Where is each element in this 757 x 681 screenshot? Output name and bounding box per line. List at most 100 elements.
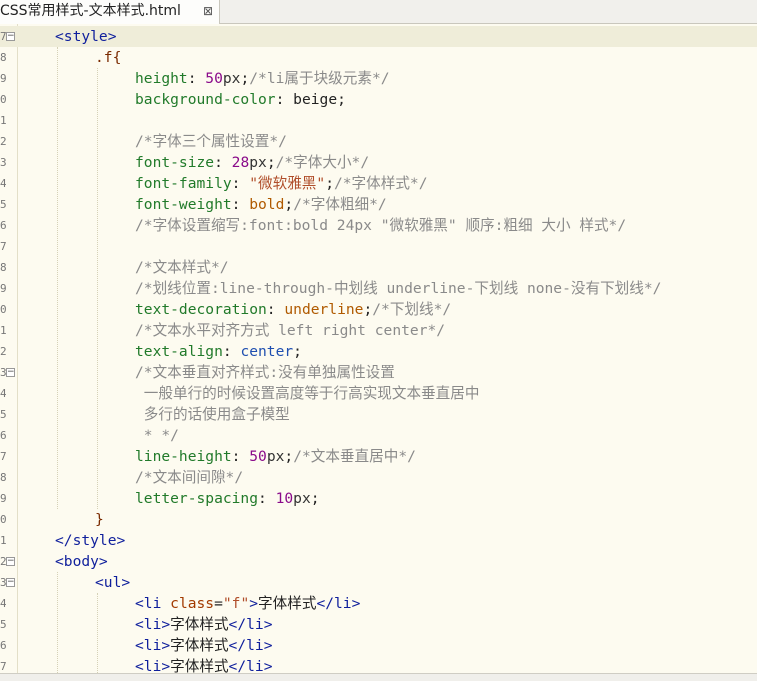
code-token: /*字体三个属性设置*/: [135, 133, 287, 150]
code-token: 字体样式: [170, 658, 229, 673]
code-line[interactable]: 3−/*文本垂直对齐样式:没有单独属性设置: [0, 362, 757, 383]
code-token: :: [214, 154, 232, 171]
code-text: /*字体设置缩写:font:bold 24px "微软雅黑" 顺序:粗细 大小 …: [135, 215, 626, 236]
code-line[interactable]: 7 <li>字体样式</li>: [0, 656, 757, 673]
code-text: /*划线位置:line-through-中划线 underline-下划线 no…: [135, 278, 661, 299]
code-token: "微软雅黑": [249, 175, 326, 192]
horizontal-scrollbar[interactable]: [0, 673, 757, 681]
code-text: <li>字体样式</li>: [135, 614, 272, 635]
code-text: letter-spacing: 10px;: [135, 488, 320, 509]
code-line[interactable]: 8 /*文本间间隙*/: [0, 467, 757, 488]
line-number: 0: [0, 303, 6, 316]
code-token: ;: [310, 490, 320, 507]
code-line[interactable]: 5 font-weight: bold;/*字体粗细*/: [0, 194, 757, 215]
code-text: * */: [135, 425, 179, 446]
code-token: ;: [293, 343, 302, 360]
code-line[interactable]: 0}: [0, 509, 757, 530]
tab-file[interactable]: CSS常用样式-文本样式.html ⊠: [0, 0, 220, 24]
code-token: :: [266, 301, 285, 318]
code-line[interactable]: 9 /*划线位置:line-through-中划线 underline-下划线 n…: [0, 278, 757, 299]
code-line[interactable]: 2 text-align: center;: [0, 341, 757, 362]
code-text: 一般单行的时候设置高度等于行高实现文本垂直居中: [135, 383, 480, 404]
code-text: font-family: "微软雅黑";/*字体样式*/: [135, 173, 428, 194]
code-line[interactable]: 9 letter-spacing: 10px;: [0, 488, 757, 509]
code-line[interactable]: 2 /*字体三个属性设置*/: [0, 131, 757, 152]
code-line[interactable]: 1 /*文本水平对齐方式 left right center*/: [0, 320, 757, 341]
line-number: 1: [0, 324, 6, 337]
code-token: 多行的话使用盒子模型: [135, 406, 290, 423]
code-token: /*文本垂直对齐样式:没有单独属性设置: [135, 364, 395, 381]
code-token: <li>: [135, 658, 171, 673]
fold-toggle-icon[interactable]: −: [6, 368, 15, 377]
code-line[interactable]: 4 font-family: "微软雅黑";/*字体样式*/: [0, 173, 757, 194]
code-line[interactable]: 6 /*字体设置缩写:font:bold 24px "微软雅黑" 顺序:粗细 大小…: [0, 215, 757, 236]
code-token: </style>: [55, 532, 126, 549]
fold-toggle-icon[interactable]: −: [6, 32, 15, 41]
code-text: <li>字体样式</li>: [135, 635, 272, 656]
code-token: beige;: [293, 91, 346, 108]
line-number: 6: [0, 639, 6, 652]
line-number: 0: [0, 93, 6, 106]
code-token: ;: [284, 448, 294, 465]
code-token: :: [222, 343, 241, 360]
code-line[interactable]: 3 font-size: 28px;/*字体大小*/: [0, 152, 757, 173]
code-text: /*文本水平对齐方式 left right center*/: [135, 320, 445, 341]
indent-guide: [97, 68, 98, 509]
code-text: /*文本垂直对齐样式:没有单独属性设置: [135, 362, 395, 383]
line-number: 1: [0, 114, 6, 127]
line-number: 9: [0, 282, 6, 295]
code-token: =: [214, 595, 223, 612]
code-line[interactable]: 8 .f{: [0, 47, 757, 68]
code-editor[interactable]: 7− <style> 8 .f{9 height: 50px;/*li属于块级元素*/0…: [0, 24, 757, 673]
code-line[interactable]: 6 <li>字体样式</li>: [0, 635, 757, 656]
fold-toggle-icon[interactable]: −: [6, 557, 15, 566]
code-token: /*划线位置:line-through-中划线 underline-下划线 no…: [135, 280, 662, 297]
code-text: /*文本间间隙*/: [135, 467, 243, 488]
code-token: "f": [222, 595, 250, 612]
code-line[interactable]: 3− <ul>: [0, 572, 757, 593]
code-line[interactable]: 5 <li>字体样式</li>: [0, 614, 757, 635]
code-text: /*文本样式*/: [135, 257, 229, 278]
code-token: ;: [325, 175, 334, 192]
line-number: 1: [0, 534, 6, 547]
code-text: text-decoration: underline;/*下划线*/: [135, 299, 451, 320]
indent-guide: [57, 47, 58, 509]
code-token: /*字体设置缩写:font:bold 24px "微软雅黑" 顺序:粗细 大小 …: [135, 217, 627, 234]
code-text: 多行的话使用盒子模型: [135, 404, 290, 425]
code-token: 28: [231, 154, 250, 171]
code-line[interactable]: 7: [0, 236, 757, 257]
line-number: 0: [0, 513, 6, 526]
code-token: <li>: [135, 637, 171, 654]
code-line[interactable]: 8 /*文本样式*/: [0, 257, 757, 278]
code-line[interactable]: 2− <body>: [0, 551, 757, 572]
code-line[interactable]: 0 background-color: beige;: [0, 89, 757, 110]
code-token: 字体样式: [170, 637, 229, 654]
code-line[interactable]: 1 </style>: [0, 530, 757, 551]
code-line[interactable]: 0 text-decoration: underline;/*下划线*/: [0, 299, 757, 320]
code-text: <style>: [55, 26, 117, 47]
code-line[interactable]: 5 多行的话使用盒子模型: [0, 404, 757, 425]
line-number: 5: [0, 408, 6, 421]
code-line[interactable]: 9 height: 50px;/*li属于块级元素*/: [0, 68, 757, 89]
code-token: 50: [249, 448, 267, 465]
code-token: /*文本间间隙*/: [135, 469, 244, 486]
line-number: 2: [0, 135, 6, 148]
code-line[interactable]: 4 一般单行的时候设置高度等于行高实现文本垂直居中: [0, 383, 757, 404]
code-token: /*li属于块级元素*/: [249, 70, 390, 87]
code-line[interactable]: 7 line-height: 50px;/*文本垂直居中*/: [0, 446, 757, 467]
code-line[interactable]: 4 <li class="f">字体样式</li>: [0, 593, 757, 614]
code-token: /*下划线*/: [372, 301, 452, 318]
code-line[interactable]: 6 * */: [0, 425, 757, 446]
code-line[interactable]: 7− <style>: [0, 26, 757, 47]
code-line[interactable]: 1: [0, 110, 757, 131]
code-token: 字体样式: [258, 595, 317, 612]
line-number: 9: [0, 492, 6, 505]
line-number: 7: [0, 660, 6, 673]
line-number: 8: [0, 471, 6, 484]
line-number: 5: [0, 618, 6, 631]
fold-toggle-icon[interactable]: −: [6, 578, 15, 587]
code-text: .f{: [95, 47, 121, 68]
close-icon[interactable]: ⊠: [203, 0, 213, 23]
indent-guide: [57, 572, 58, 673]
code-token: :: [258, 490, 276, 507]
